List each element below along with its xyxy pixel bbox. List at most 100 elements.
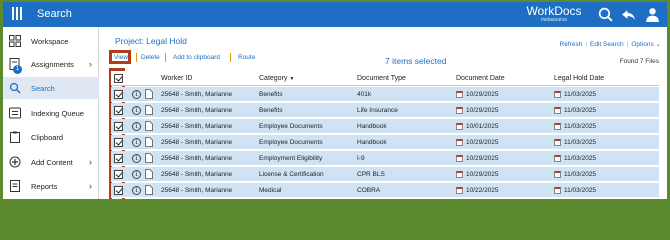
sidebar-item-label: Search — [31, 84, 55, 93]
chevron-right-icon: › — [89, 157, 92, 167]
assignments-badge: 1 — [13, 65, 22, 74]
sidebar-item-clipboard[interactable]: Clipboard — [3, 126, 99, 148]
info-icon[interactable]: i — [132, 186, 141, 195]
info-icon[interactable]: i — [132, 170, 141, 179]
row-checkbox[interactable] — [114, 186, 123, 195]
table-row[interactable]: i 25648 - Smith, Marianne Medical COBRA … — [111, 183, 659, 198]
divider — [165, 53, 166, 62]
document-icon[interactable] — [145, 185, 153, 195]
cell-legal-hold-date: 11/03/2025 — [564, 123, 597, 130]
brand-name: WorkDocs — [526, 4, 582, 18]
table-row[interactable]: i 25648 - Smith, Marianne Employee Docum… — [111, 135, 659, 150]
cell-document-type: Life Insurance — [357, 107, 398, 114]
calendar-icon — [554, 123, 561, 130]
sidebar-item-label: Assignments — [31, 60, 74, 69]
clipboard-icon — [10, 131, 20, 143]
table-row[interactable]: i 25648 - Smith, Marianne Benefits Life … — [111, 103, 659, 118]
options-link[interactable]: Options — [631, 41, 653, 48]
cell-category: Employee Documents — [259, 139, 323, 146]
calendar-icon — [456, 91, 463, 98]
info-icon[interactable]: i — [132, 138, 141, 147]
app-window: Search WorkDocs metasource Workspace 1 A… — [3, 2, 667, 199]
sort-desc-icon: ▼ — [289, 76, 295, 82]
info-icon[interactable]: i — [132, 90, 141, 99]
column-worker-id[interactable]: Worker ID — [161, 75, 192, 82]
info-icon[interactable]: i — [132, 106, 141, 115]
table-row[interactable]: i 25648 - Smith, Marianne Employee Docum… — [111, 119, 659, 134]
document-icon[interactable] — [145, 105, 153, 115]
cell-document-type: 401k — [357, 91, 372, 98]
row-checkbox[interactable] — [114, 154, 123, 163]
column-category[interactable]: Category ▼ — [259, 75, 294, 82]
view-button[interactable]: View — [114, 54, 128, 61]
document-icon[interactable] — [145, 121, 153, 131]
project-title: Project: Legal Hold — [115, 36, 187, 46]
sidebar-item-indexing-queue[interactable]: Indexing Queue — [3, 102, 99, 124]
sidebar-item-label: Workspace — [31, 37, 69, 46]
main-content: Project: Legal Hold Refresh | Edit Search |… — [99, 27, 667, 199]
search-links: Refresh | Edit Search | Options ⌄ — [559, 41, 661, 48]
calendar-icon — [456, 155, 463, 162]
row-checkbox[interactable] — [114, 170, 123, 179]
edit-search-link[interactable]: Edit Search — [590, 41, 624, 48]
sidebar-item-workspace[interactable]: Workspace — [3, 30, 99, 52]
cell-document-date: 10/29/2025 — [466, 91, 499, 98]
chevron-down-icon[interactable]: ⌄ — [654, 41, 661, 48]
select-all-checkbox[interactable] — [114, 74, 123, 83]
calendar-icon — [456, 171, 463, 178]
user-icon[interactable] — [644, 6, 661, 23]
cell-legal-hold-date: 11/03/2025 — [564, 171, 597, 178]
cell-worker: 25648 - Smith, Marianne — [161, 91, 233, 98]
cell-document-type: COBRA — [357, 187, 381, 194]
route-button[interactable]: Route — [238, 54, 255, 61]
table-row[interactable]: i 25648 - Smith, Marianne Employment Eli… — [111, 151, 659, 166]
column-document-date[interactable]: Document Date — [456, 75, 505, 82]
row-checkbox[interactable] — [114, 90, 123, 99]
table-row[interactable]: i 25648 - Smith, Marianne Benefits 401k … — [111, 87, 659, 102]
search-icon — [9, 82, 21, 94]
cell-worker: 25648 - Smith, Marianne — [161, 139, 233, 146]
sidebar-item-assignments[interactable]: 1 Assignments › — [3, 53, 99, 75]
document-icon[interactable] — [145, 169, 153, 179]
sidebar-item-search[interactable]: Search — [3, 77, 99, 99]
column-document-type[interactable]: Document Type — [357, 75, 406, 82]
menu-icon[interactable] — [12, 7, 24, 21]
refresh-link[interactable]: Refresh — [560, 41, 583, 48]
info-icon[interactable]: i — [132, 122, 141, 131]
cell-worker: 25648 - Smith, Marianne — [161, 155, 233, 162]
cell-document-type: Handbook — [357, 123, 387, 130]
calendar-icon — [554, 91, 561, 98]
sidebar-item-reports[interactable]: Reports › — [3, 175, 99, 197]
found-count: Found 7 Files — [619, 58, 659, 65]
table-header: Worker ID Category ▼ Document Type Docume… — [111, 71, 659, 86]
sidebar-item-add-content[interactable]: Add Content › — [3, 151, 99, 173]
top-bar: Search WorkDocs metasource — [3, 2, 667, 27]
delete-button[interactable]: Delete — [141, 54, 160, 61]
document-icon[interactable] — [145, 137, 153, 147]
row-checkbox[interactable] — [114, 138, 123, 147]
reports-icon — [10, 180, 20, 192]
calendar-icon — [456, 139, 463, 146]
sidebar-item-label: Indexing Queue — [31, 109, 84, 118]
search-icon[interactable] — [597, 6, 614, 23]
indexing-icon — [9, 107, 21, 119]
back-icon[interactable] — [620, 6, 637, 23]
document-icon[interactable] — [145, 89, 153, 99]
brand-sub: metasource — [540, 17, 568, 23]
cell-legal-hold-date: 11/03/2025 — [564, 155, 597, 162]
cell-worker: 25648 - Smith, Marianne — [161, 187, 233, 194]
selected-count: 7 items selected — [385, 56, 447, 66]
cell-document-date: 10/22/2025 — [466, 187, 499, 194]
cell-legal-hold-date: 11/03/2025 — [564, 187, 597, 194]
add-to-clipboard-button[interactable]: Add to clipboard — [173, 54, 220, 61]
document-icon[interactable] — [145, 153, 153, 163]
column-legal-hold-date[interactable]: Legal Hold Date — [554, 75, 604, 82]
info-icon[interactable]: i — [132, 154, 141, 163]
table-row[interactable]: i 25648 - Smith, Marianne License & Cert… — [111, 167, 659, 182]
row-checkbox[interactable] — [114, 122, 123, 131]
row-checkbox[interactable] — [114, 106, 123, 115]
cell-category: Benefits — [259, 91, 283, 98]
calendar-icon — [554, 155, 561, 162]
cell-document-type: CPR BLS — [357, 171, 385, 178]
cell-document-type: I-9 — [357, 155, 365, 162]
